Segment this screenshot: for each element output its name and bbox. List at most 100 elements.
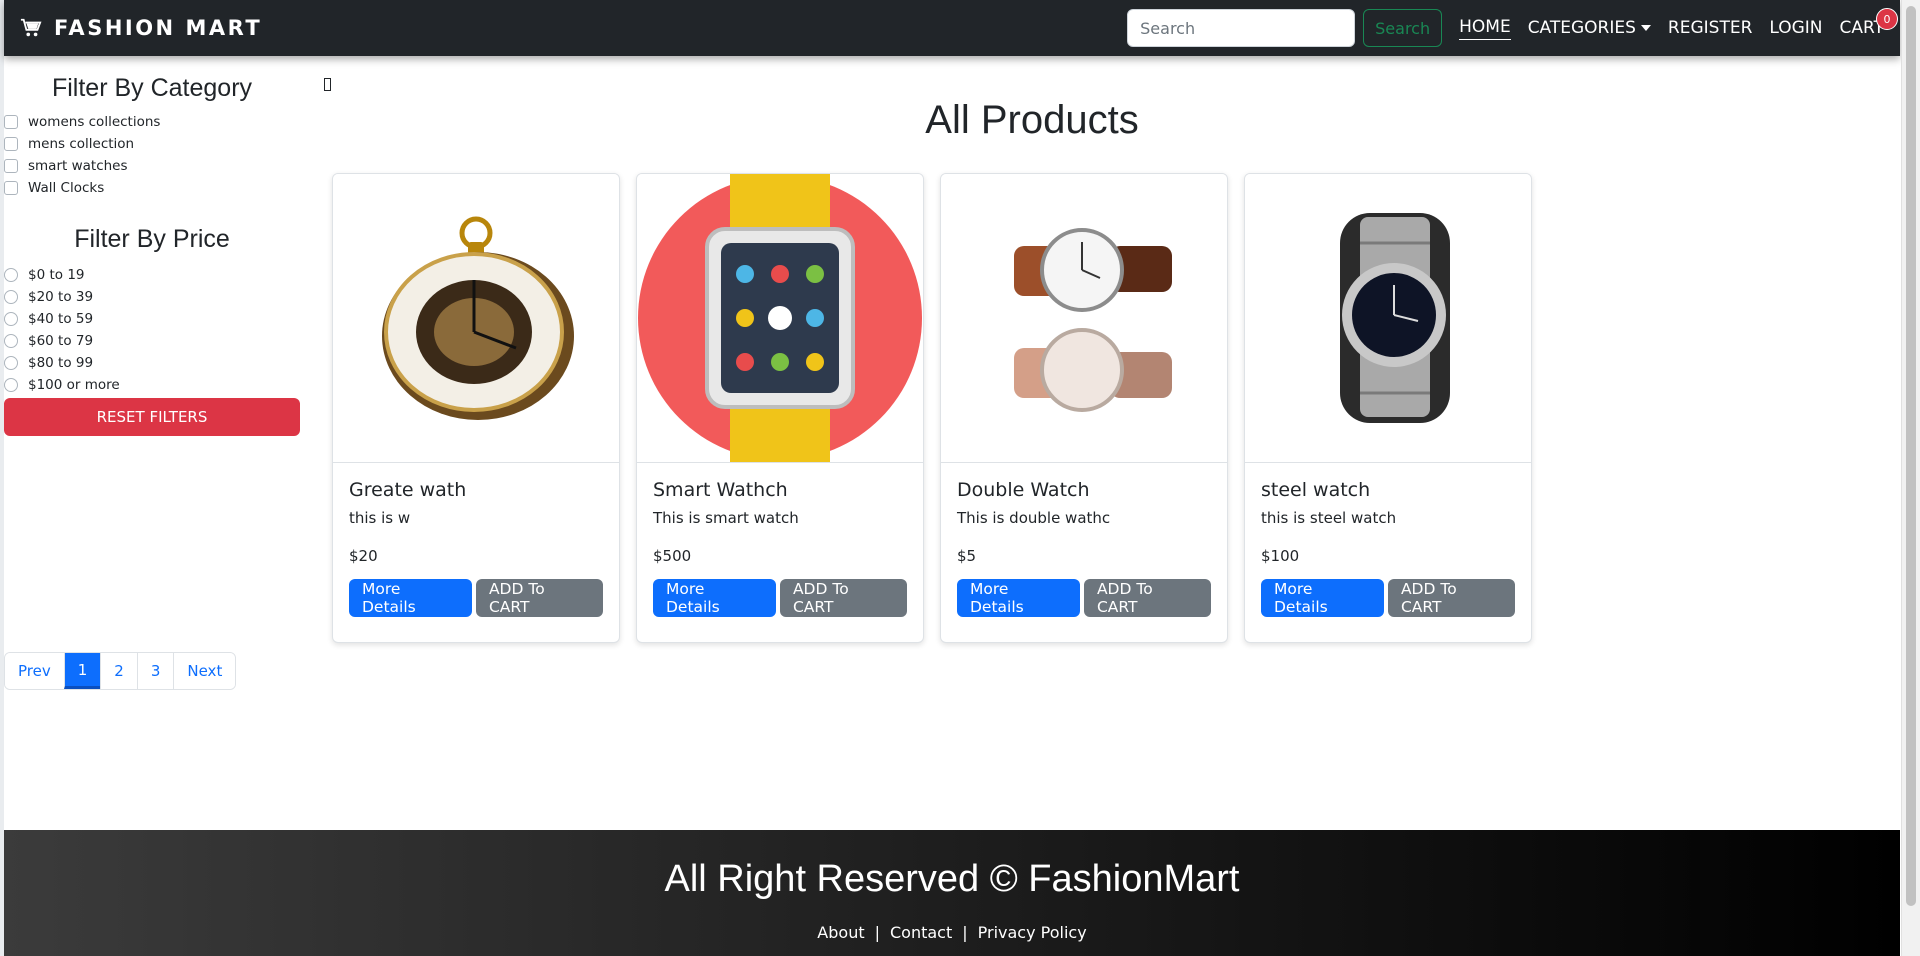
- price-label: $0 to 19: [28, 267, 85, 283]
- add-to-cart-button[interactable]: ADD To CART: [475, 579, 603, 617]
- price-option[interactable]: $100 or more: [4, 374, 300, 396]
- pocket-watch-image: [382, 216, 574, 420]
- price-label: $20 to 39: [28, 289, 94, 305]
- product-description: this is w: [349, 509, 411, 527]
- product-price: $5: [957, 547, 977, 565]
- product-image[interactable]: [333, 174, 619, 463]
- price-label: $60 to 79: [28, 333, 94, 349]
- price-label: $40 to 59: [28, 311, 94, 327]
- category-checkbox[interactable]: [4, 159, 18, 173]
- category-label: womens collections: [28, 114, 161, 130]
- footer-title: All Right Reserved © FashionMart: [664, 858, 1240, 900]
- footer-separator: |: [962, 923, 968, 942]
- product-name: Double Watch: [957, 479, 1090, 501]
- shopping-cart-icon: [20, 18, 42, 37]
- price-label: $100 or more: [28, 377, 120, 393]
- vertical-scrollbar[interactable]: [1901, 0, 1920, 956]
- footer-separator: |: [874, 923, 880, 942]
- page-title: All Products: [925, 98, 1139, 142]
- search-button[interactable]: Search: [1363, 9, 1443, 47]
- category-label: Wall Clocks: [28, 180, 105, 196]
- pagination-page[interactable]: 3: [136, 653, 174, 689]
- smartwatch-image: [638, 174, 922, 462]
- product-image[interactable]: [941, 174, 1227, 463]
- price-radio[interactable]: [4, 290, 18, 304]
- category-label: mens collection: [28, 136, 135, 152]
- footer-privacy-link[interactable]: Privacy Policy: [978, 923, 1087, 942]
- product-description: this is steel watch: [1261, 509, 1397, 527]
- missing-glyph-icon: [324, 78, 331, 91]
- product-description: This is smart watch: [653, 509, 799, 527]
- footer-links: About | Contact | Privacy Policy: [4, 923, 1900, 942]
- price-radio[interactable]: [4, 356, 18, 370]
- price-option[interactable]: $0 to 19: [4, 264, 300, 286]
- product-name: steel watch: [1261, 479, 1371, 501]
- nav-cart-link[interactable]: CART 0: [1840, 8, 1898, 38]
- category-option[interactable]: womens collections: [4, 111, 300, 133]
- category-filter-list: womens collections mens collection smart…: [4, 111, 300, 199]
- pagination-prev[interactable]: Prev: [5, 653, 64, 689]
- category-checkbox[interactable]: [4, 137, 18, 151]
- brand-title: FASHION MART: [54, 16, 263, 40]
- more-details-button[interactable]: More Details: [653, 579, 776, 617]
- nav-home-link[interactable]: HOME: [1459, 17, 1511, 40]
- pagination-next[interactable]: Next: [173, 653, 236, 689]
- filter-sidebar: Filter By Category womens collections me…: [4, 56, 300, 436]
- product-card: Smart Wathch This is smart watch $500 Mo…: [636, 173, 924, 643]
- search-input[interactable]: [1127, 9, 1356, 47]
- product-name: Smart Wathch: [653, 479, 788, 501]
- price-radio[interactable]: [4, 334, 18, 348]
- price-radio[interactable]: [4, 268, 18, 282]
- nav-login-link[interactable]: LOGIN: [1769, 18, 1822, 38]
- price-radio[interactable]: [4, 378, 18, 392]
- more-details-button[interactable]: More Details: [957, 579, 1080, 617]
- category-filter-heading: Filter By Category: [51, 74, 253, 102]
- price-option[interactable]: $40 to 59: [4, 308, 300, 330]
- product-card: Greate wath this is w $20 More Details A…: [332, 173, 620, 643]
- add-to-cart-button[interactable]: ADD To CART: [1083, 579, 1211, 617]
- pagination: Prev 1 2 3 Next: [4, 652, 237, 690]
- nav-categories-dropdown[interactable]: CATEGORIES: [1528, 18, 1651, 38]
- product-description: This is double wathc: [957, 509, 1111, 527]
- category-label: smart watches: [28, 158, 128, 174]
- footer-about-link[interactable]: About: [817, 923, 864, 942]
- product-price: $20: [349, 547, 378, 565]
- price-option[interactable]: $60 to 79: [4, 330, 300, 352]
- brand-link[interactable]: FASHION MART: [20, 16, 262, 40]
- product-image[interactable]: [1245, 174, 1531, 463]
- steel-watch-image: [1340, 213, 1450, 423]
- reset-filters-button[interactable]: RESET FILTERS: [4, 398, 300, 436]
- leather-watch-image: [1014, 228, 1172, 412]
- nav-register-link[interactable]: REGISTER: [1668, 18, 1752, 38]
- footer-contact-link[interactable]: Contact: [890, 923, 952, 942]
- product-name: Greate wath: [349, 479, 467, 501]
- price-option[interactable]: $80 to 99: [4, 352, 300, 374]
- more-details-button[interactable]: More Details: [1261, 579, 1384, 617]
- product-grid: Greate wath this is w $20 More Details A…: [332, 173, 1532, 643]
- price-radio[interactable]: [4, 312, 18, 326]
- add-to-cart-button[interactable]: ADD To CART: [779, 579, 907, 617]
- product-card: steel watch this is steel watch $100 Mor…: [1244, 173, 1532, 643]
- category-option[interactable]: mens collection: [4, 133, 300, 155]
- price-filter-heading: Filter By Price: [74, 225, 230, 253]
- product-image[interactable]: [637, 174, 923, 463]
- nav-categories-label: CATEGORIES: [1527, 18, 1636, 38]
- category-checkbox[interactable]: [4, 181, 18, 195]
- top-navbar: FASHION MART Search HOME CATEGORIES REGI…: [4, 0, 1900, 56]
- price-label: $80 to 99: [28, 355, 94, 371]
- caret-down-icon: [1640, 25, 1651, 31]
- product-price: $500: [653, 547, 692, 565]
- category-checkbox[interactable]: [4, 115, 18, 129]
- cart-count-badge: 0: [1876, 8, 1898, 30]
- category-option[interactable]: smart watches: [4, 155, 300, 177]
- category-option[interactable]: Wall Clocks: [4, 177, 300, 199]
- scrollbar-thumb[interactable]: [1906, 6, 1916, 906]
- pagination-page[interactable]: 2: [100, 653, 137, 689]
- add-to-cart-button[interactable]: ADD To CART: [1387, 579, 1515, 617]
- more-details-button[interactable]: More Details: [349, 579, 472, 617]
- price-option[interactable]: $20 to 39: [4, 286, 300, 308]
- price-filter-list: $0 to 19 $20 to 39 $40 to 59 $60 to 79 $…: [4, 264, 300, 396]
- product-price: $100: [1261, 547, 1300, 565]
- product-card: Double Watch This is double wathc $5 Mor…: [940, 173, 1228, 643]
- pagination-page[interactable]: 1: [63, 653, 101, 689]
